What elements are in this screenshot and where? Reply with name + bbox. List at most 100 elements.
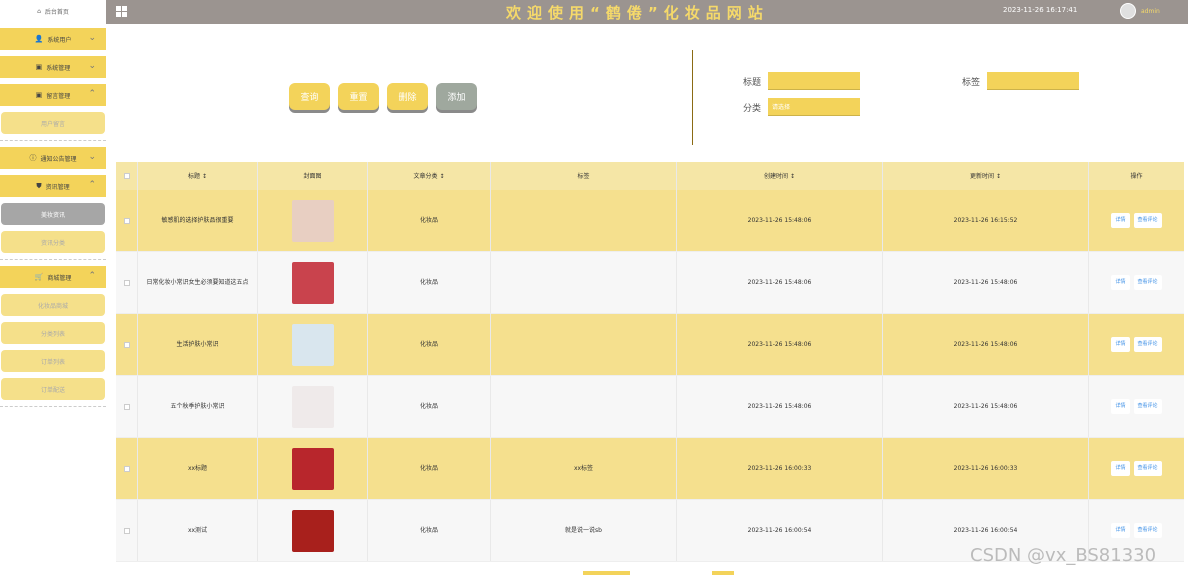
sidebar-item-order-list[interactable]: 订单列表	[1, 350, 105, 372]
table-row: xx标题 化妆品 xx标签 2023-11-26 16:00:33 2023-11-26…	[116, 438, 1184, 500]
pagination-control[interactable]	[712, 571, 734, 575]
row-created: 2023-11-26 16:00:33	[677, 438, 883, 499]
detail-button[interactable]: 详情	[1111, 399, 1130, 414]
header-tag: 标签	[491, 162, 677, 190]
category-filter-label: 分类	[743, 104, 762, 114]
sidebar-group-label: 资讯管理	[45, 183, 70, 191]
category-filter-select[interactable]: 请选择	[768, 98, 860, 116]
cover-image	[291, 323, 334, 366]
row-updated: 2023-11-26 15:48:06	[883, 314, 1089, 375]
row-select-cell[interactable]	[116, 438, 138, 499]
shield-icon: ⛊	[36, 181, 42, 190]
reset-button[interactable]: 重置	[338, 83, 379, 110]
detail-button[interactable]: 详情	[1111, 523, 1130, 538]
select-all-checkbox[interactable]	[123, 173, 130, 179]
header-category[interactable]: 文章分类 ↕	[368, 162, 491, 190]
header-created[interactable]: 创建时间 ↕	[677, 162, 883, 190]
sidebar-item-label: 分类列表	[40, 330, 65, 338]
view-comments-button[interactable]: 查看评论	[1133, 399, 1162, 414]
sidebar-group-system-users[interactable]: 👤 系统用户 ⌄	[0, 28, 106, 50]
sidebar-group-messages[interactable]: ▣ 留言管理 ⌃	[0, 84, 106, 106]
row-select-cell[interactable]	[116, 252, 138, 313]
sidebar-group-news[interactable]: ⛊ 资讯管理 ⌃	[0, 175, 106, 197]
row-select-cell[interactable]	[116, 500, 138, 561]
header-cover: 封面图	[258, 162, 368, 190]
row-tag	[491, 376, 677, 437]
row-cover-cell	[258, 314, 368, 375]
row-cover-cell	[258, 376, 368, 437]
sidebar-item-label: 化妆品商城	[37, 302, 68, 310]
row-cover-cell	[258, 438, 368, 499]
image-icon: ▣	[35, 63, 43, 71]
chevron-down-icon: ⌄	[88, 33, 96, 43]
row-select-cell[interactable]	[116, 376, 138, 437]
delete-button[interactable]: 删除	[387, 83, 428, 110]
detail-button[interactable]: 详情	[1111, 461, 1130, 476]
sidebar-item-category-list[interactable]: 分类列表	[1, 322, 105, 344]
row-updated: 2023-11-26 15:48:06	[883, 376, 1089, 437]
sidebar-home-label: 后台首页	[44, 8, 69, 16]
pagination-control[interactable]	[583, 571, 630, 575]
title-filter-input[interactable]	[768, 72, 860, 90]
header-updated[interactable]: 更新时间 ↕	[883, 162, 1089, 190]
row-title: 五个秋季护肤小常识	[138, 376, 258, 437]
row-tag	[491, 190, 677, 251]
table-row: 日常化妆小常识女生必须要知道这五点 化妆品 2023-11-26 15:48:06 2…	[116, 252, 1184, 314]
add-button[interactable]: 添加	[436, 83, 477, 110]
sidebar-group-shop[interactable]: 🛒 商城管理 ⌃	[0, 266, 106, 288]
row-category: 化妆品	[368, 376, 491, 437]
view-comments-button[interactable]: 查看评论	[1133, 523, 1162, 538]
header-title[interactable]: 标题 ↕	[138, 162, 258, 190]
sidebar-item-user-messages[interactable]: 用户留言	[1, 112, 105, 134]
row-checkbox[interactable]	[123, 341, 130, 348]
cover-image	[291, 509, 334, 552]
row-checkbox[interactable]	[123, 527, 130, 534]
query-button[interactable]: 查询	[289, 83, 330, 110]
view-comments-button[interactable]: 查看评论	[1133, 337, 1162, 352]
view-comments-button[interactable]: 查看评论	[1133, 275, 1162, 290]
username[interactable]: admin	[1141, 8, 1160, 15]
row-checkbox[interactable]	[123, 403, 130, 410]
view-comments-button[interactable]: 查看评论	[1133, 213, 1162, 228]
row-category: 化妆品	[368, 314, 491, 375]
sidebar-group-system-management[interactable]: ▣ 系统管理 ⌄	[0, 56, 106, 78]
row-title: 生活护肤小常识	[138, 314, 258, 375]
sidebar-item-beauty-news[interactable]: 美妆资讯	[1, 203, 105, 225]
row-select-cell[interactable]	[116, 314, 138, 375]
sidebar-group-notices[interactable]: ⓘ 通知公告管理 ⌄	[0, 147, 106, 169]
row-select-cell[interactable]	[116, 190, 138, 251]
info-icon: ⓘ	[29, 154, 37, 162]
detail-button[interactable]: 详情	[1111, 275, 1130, 290]
select-all-cell[interactable]	[116, 162, 138, 190]
row-actions: 详情 查看评论	[1089, 438, 1184, 499]
chevron-up-icon: ⌃	[88, 180, 96, 190]
row-created: 2023-11-26 15:48:06	[677, 314, 883, 375]
row-category: 化妆品	[368, 190, 491, 251]
row-actions: 详情 查看评论	[1089, 252, 1184, 313]
sidebar-group-label: 系统管理	[46, 64, 71, 72]
sidebar-item-cosmetics-shop[interactable]: 化妆品商城	[1, 294, 105, 316]
row-checkbox[interactable]	[123, 217, 130, 224]
row-checkbox[interactable]	[123, 279, 130, 286]
sidebar-item-news-category[interactable]: 资讯分类	[1, 231, 105, 253]
row-title: xx测试	[138, 500, 258, 561]
row-checkbox[interactable]	[123, 465, 130, 472]
table-row: 生活护肤小常识 化妆品 2023-11-26 15:48:06 2023-11-26 …	[116, 314, 1184, 376]
top-header: 欢迎使用“鹤倦”化妆品网站 2023-11-26 16:17:41 admin	[106, 0, 1188, 24]
row-created: 2023-11-26 15:48:06	[677, 190, 883, 251]
menu-grid-icon[interactable]	[116, 6, 127, 17]
watermark: CSDN @vx_BS81330	[970, 545, 1157, 566]
detail-button[interactable]: 详情	[1111, 213, 1130, 228]
divider	[0, 259, 106, 260]
divider	[0, 140, 106, 141]
sidebar-home[interactable]: ⌂ 后台首页	[0, 0, 106, 22]
row-actions: 详情 查看评论	[1089, 314, 1184, 375]
sidebar-item-order-delivery[interactable]: 订单配送	[1, 378, 105, 400]
user-icon: 👤	[34, 35, 44, 43]
view-comments-button[interactable]: 查看评论	[1133, 461, 1162, 476]
sidebar-group-label: 系统用户	[47, 36, 72, 44]
avatar[interactable]	[1120, 3, 1136, 19]
tag-filter-input[interactable]	[987, 72, 1079, 90]
chevron-up-icon: ⌃	[88, 89, 96, 99]
detail-button[interactable]: 详情	[1111, 337, 1130, 352]
